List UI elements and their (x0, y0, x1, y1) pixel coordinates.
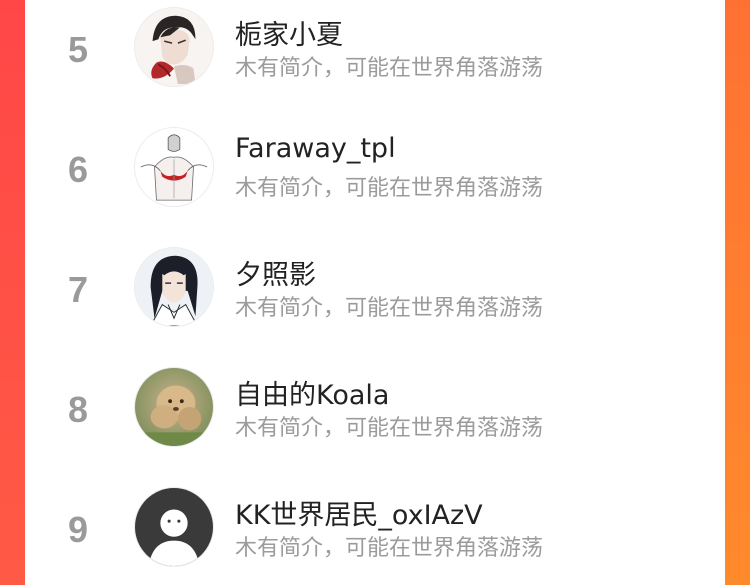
list-item[interactable]: 5 栀家小夏 木有简介，可能在世界角落游荡 (25, 0, 725, 120)
anime-man-avatar-icon[interactable] (134, 7, 214, 87)
list-item[interactable]: 7 夕照影 木有简介，可能在世界角落游荡 (25, 240, 725, 360)
sketch-back-avatar-icon[interactable] (134, 127, 214, 207)
default-user-avatar-icon[interactable] (134, 487, 214, 567)
background-left-edge (0, 0, 25, 585)
rank-number: 9 (67, 509, 89, 550)
background-right-edge (725, 0, 750, 585)
list-item[interactable]: 8 自由的Koala 木有简介，可能在世界角落游荡 (25, 360, 725, 480)
list-item[interactable]: 9 KK世界居民_oxIAzV 木有简介，可能在世界角落游荡 (25, 480, 725, 585)
user-bio: 木有简介，可能在世界角落游荡 (235, 176, 544, 201)
user-name[interactable]: 栀家小夏 (235, 13, 343, 52)
rank-number: 6 (67, 149, 89, 190)
user-bio: 木有简介，可能在世界角落游荡 (235, 56, 544, 81)
rank-number: 8 (67, 389, 89, 430)
poodle-dog-avatar-icon[interactable] (134, 367, 214, 447)
user-bio: 木有简介，可能在世界角落游荡 (235, 296, 544, 321)
anime-swordsman-avatar-icon[interactable] (134, 247, 214, 327)
user-bio: 木有简介，可能在世界角落游荡 (235, 416, 544, 441)
user-name[interactable]: 自由的Koala (235, 373, 389, 412)
user-name[interactable]: Faraway_tpl (235, 133, 396, 164)
user-name[interactable]: 夕照影 (235, 253, 316, 292)
rank-number: 5 (67, 29, 89, 70)
ranking-list: 5 栀家小夏 木有简介，可能在世界角落游荡 6 Faraway_tpl 木有简介… (25, 0, 725, 585)
rank-number: 7 (67, 269, 89, 310)
list-item[interactable]: 6 Faraway_tpl 木有简介，可能在世界角落游荡 (25, 120, 725, 240)
user-bio: 木有简介，可能在世界角落游荡 (235, 536, 544, 561)
user-name[interactable]: KK世界居民_oxIAzV (235, 493, 483, 532)
